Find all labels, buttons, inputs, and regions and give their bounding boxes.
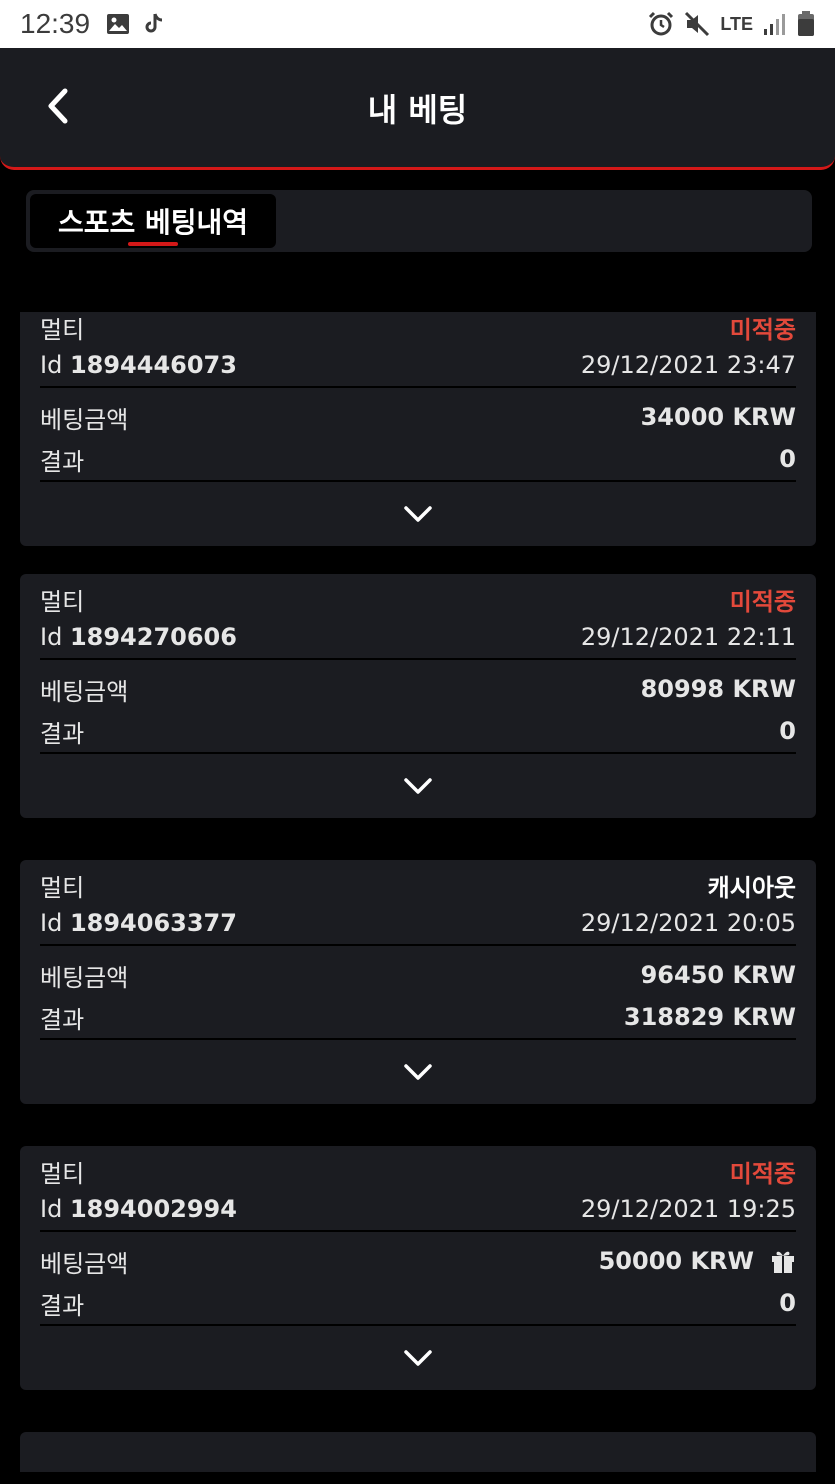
bet-id: 1894446073	[69, 351, 237, 379]
expand-button[interactable]	[40, 754, 796, 818]
bet-stake-row: 베팅금액 50000 KRW	[40, 1232, 796, 1282]
bet-stake: 34000 KRW	[640, 403, 796, 431]
tiktok-icon	[144, 13, 164, 35]
expand-button[interactable]	[40, 482, 796, 546]
bet-id-label: Id	[40, 623, 63, 651]
bet-status: 캐시아웃	[707, 873, 796, 902]
bet-result-label: 결과	[40, 1291, 85, 1320]
bet-type: 멀티	[40, 1159, 85, 1188]
app-header: 내 베팅	[0, 48, 835, 170]
network-type: LTE	[720, 13, 753, 34]
bet-stake: 80998 KRW	[640, 675, 796, 703]
bet-datetime: 29/12/2021 20:05	[580, 909, 796, 937]
chevron-down-icon	[404, 506, 432, 522]
bet-id: 1894063377	[69, 909, 237, 937]
tab-label: 스포츠 베팅내역	[58, 206, 249, 239]
bet-stake: 50000 KRW	[598, 1247, 754, 1275]
gift-icon	[770, 1248, 796, 1274]
bet-card: 멀티 미적중 Id 1894446073 29/12/2021 23:47 베팅…	[20, 312, 816, 546]
bet-type-row: 멀티 미적중	[40, 312, 796, 344]
bet-stake-row: 베팅금액 80998 KRW	[40, 660, 796, 710]
expand-button[interactable]	[40, 1326, 796, 1390]
bet-result: 0	[779, 445, 796, 473]
tab-active-indicator	[128, 242, 178, 246]
bet-status: 미적중	[729, 1159, 796, 1188]
bet-datetime: 29/12/2021 23:47	[580, 351, 796, 379]
bet-result-row: 결과 0	[40, 1282, 796, 1324]
chevron-down-icon	[404, 778, 432, 794]
status-bar: 12:39 LTE	[0, 0, 835, 48]
bet-list[interactable]: 멀티 미적중 Id 1894446073 29/12/2021 23:47 베팅…	[0, 312, 835, 1472]
bet-stake-label: 베팅금액	[40, 963, 129, 992]
bet-id-row: Id 1894446073 29/12/2021 23:47	[40, 344, 796, 386]
chevron-down-icon	[404, 1064, 432, 1080]
alarm-icon	[648, 11, 674, 37]
bet-id: 1894002994	[69, 1195, 237, 1223]
bet-result-row: 결과 0	[40, 710, 796, 752]
bet-result: 0	[779, 717, 796, 745]
status-right-icons: LTE	[638, 11, 815, 37]
mute-icon	[684, 11, 710, 37]
bet-status: 미적중	[729, 315, 796, 344]
bet-type-row: 멀티 미적중	[40, 1146, 796, 1188]
bet-result: 0	[779, 1289, 796, 1317]
bet-datetime: 29/12/2021 22:11	[580, 623, 796, 651]
page-title: 내 베팅	[367, 90, 468, 129]
expand-button[interactable]	[40, 1040, 796, 1104]
bet-result-label: 결과	[40, 719, 85, 748]
bet-stake-row: 베팅금액 34000 KRW	[40, 388, 796, 438]
bet-card: 멀티 미적중 Id 1894002994 29/12/2021 19:25 베팅…	[20, 1146, 816, 1390]
tab-bar: 스포츠 베팅내역	[26, 190, 812, 252]
bet-id-row: Id 1894002994 29/12/2021 19:25	[40, 1188, 796, 1230]
signal-icon	[763, 12, 787, 36]
bet-id: 1894270606	[69, 623, 237, 651]
bet-result: 318829 KRW	[623, 1003, 796, 1031]
bet-datetime: 29/12/2021 19:25	[580, 1195, 796, 1223]
bet-type-row: 멀티 미적중	[40, 574, 796, 616]
bet-card: 멀티 미적중 Id 1894270606 29/12/2021 22:11 베팅…	[20, 574, 816, 818]
bet-id-row: Id 1894270606 29/12/2021 22:11	[40, 616, 796, 658]
back-button[interactable]	[38, 86, 78, 126]
bet-result-row: 결과 0	[40, 438, 796, 480]
bet-id-label: Id	[40, 1195, 63, 1223]
chevron-left-icon	[48, 88, 68, 124]
bet-result-label: 결과	[40, 1005, 85, 1034]
battery-icon	[797, 11, 815, 37]
status-time: 12:39	[20, 8, 91, 39]
bet-type-row: 멀티 캐시아웃	[40, 860, 796, 902]
bet-card-partial	[20, 1432, 816, 1472]
chevron-down-icon	[404, 1350, 432, 1366]
bet-stake-label: 베팅금액	[40, 405, 129, 434]
bet-type: 멀티	[40, 315, 85, 344]
bet-stake-label: 베팅금액	[40, 1249, 129, 1278]
gallery-icon	[106, 13, 130, 35]
bet-stake-label: 베팅금액	[40, 677, 129, 706]
bet-type: 멀티	[40, 587, 85, 616]
bet-result-label: 결과	[40, 447, 85, 476]
bet-stake: 96450 KRW	[640, 961, 796, 989]
bet-id-label: Id	[40, 351, 63, 379]
bet-type: 멀티	[40, 873, 85, 902]
bet-stake-row: 베팅금액 96450 KRW	[40, 946, 796, 996]
bet-id-row: Id 1894063377 29/12/2021 20:05	[40, 902, 796, 944]
bet-card: 멀티 캐시아웃 Id 1894063377 29/12/2021 20:05 베…	[20, 860, 816, 1104]
bet-id-label: Id	[40, 909, 63, 937]
tab-sports-bet-history[interactable]: 스포츠 베팅내역	[30, 194, 277, 248]
bet-result-row: 결과 318829 KRW	[40, 996, 796, 1038]
bet-status: 미적중	[729, 587, 796, 616]
